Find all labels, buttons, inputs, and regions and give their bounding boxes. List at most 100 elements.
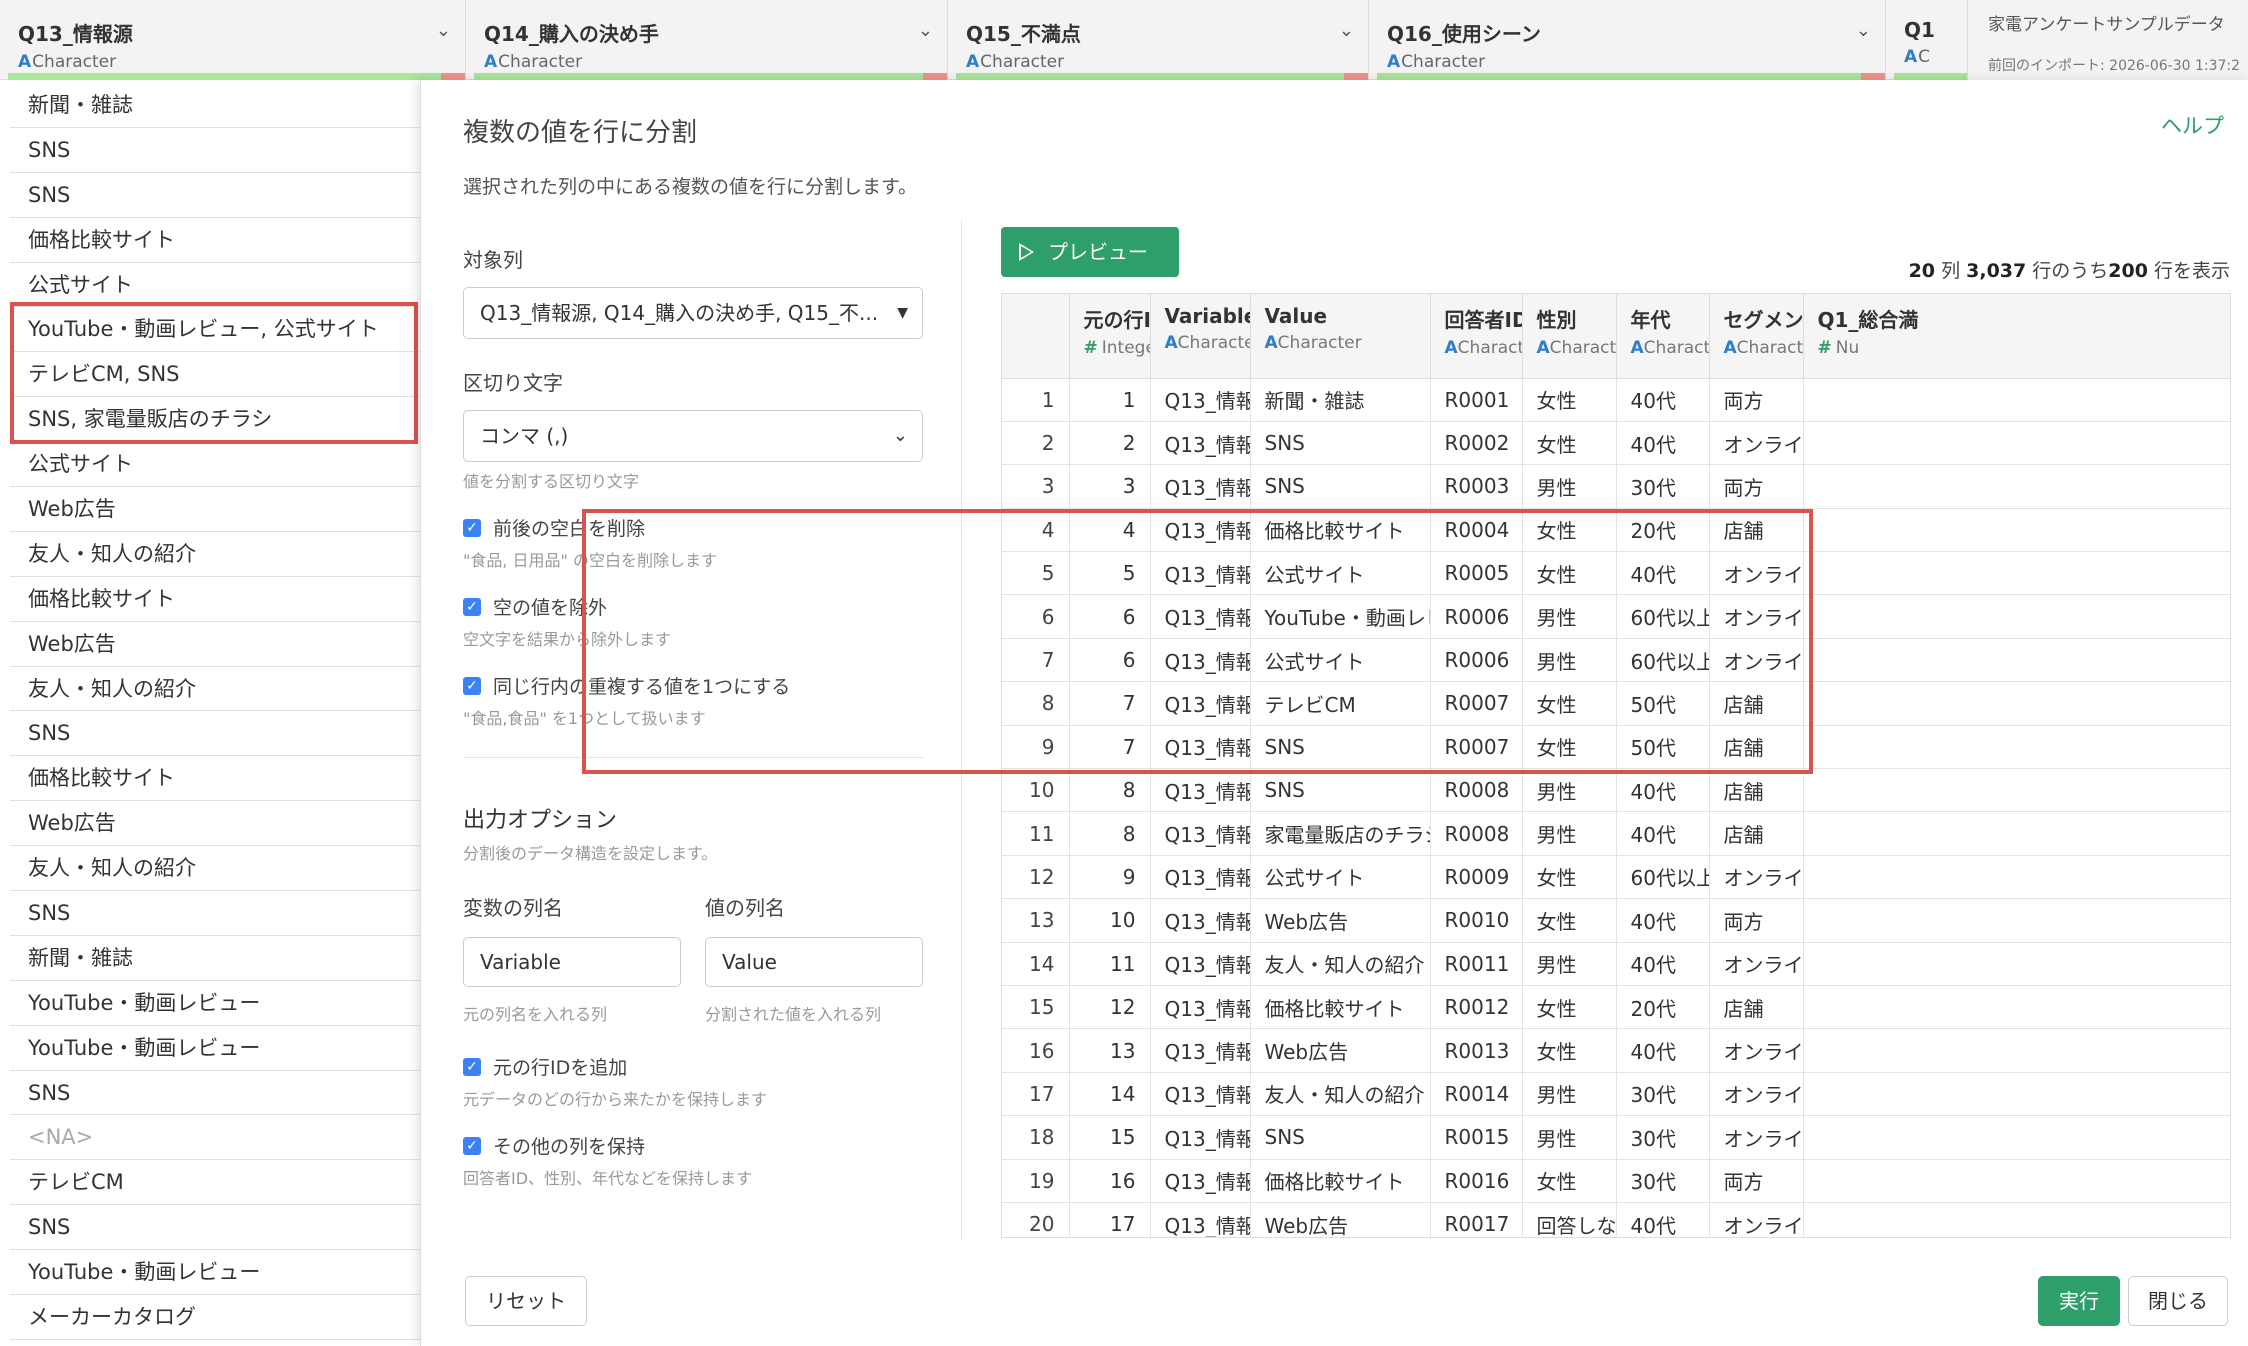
table-cell[interactable]: 回答しない xyxy=(1522,1202,1617,1237)
data-cell[interactable]: Web広告 xyxy=(10,487,420,532)
close-button[interactable]: 閉じる xyxy=(2128,1276,2228,1326)
data-cell[interactable]: メーカーカタログ xyxy=(10,1295,420,1340)
table-cell[interactable]: 40代 xyxy=(1616,1202,1710,1237)
delimiter-select[interactable]: コンマ (,) ⌄ xyxy=(463,410,923,462)
table-cell[interactable]: 9 xyxy=(1069,855,1151,900)
preview-button[interactable]: プレビュー xyxy=(1001,227,1179,277)
table-cell[interactable]: 価格比較サイト xyxy=(1250,985,1431,1030)
table-cell[interactable]: R0003 xyxy=(1430,464,1523,509)
table-cell[interactable]: 店舗 xyxy=(1709,811,1804,856)
table-cell[interactable]: Q13_情報源 xyxy=(1150,1202,1251,1237)
table-cell[interactable] xyxy=(1803,1072,2230,1117)
data-cell[interactable]: 公式サイト xyxy=(10,263,420,308)
table-cell[interactable]: オンライン xyxy=(1709,421,1804,466)
table-cell[interactable]: 女性 xyxy=(1522,1159,1617,1203)
table-cell[interactable]: 女性 xyxy=(1522,421,1617,466)
table-cell[interactable]: 8 xyxy=(1069,811,1151,856)
table-cell[interactable]: 女性 xyxy=(1522,898,1617,943)
table-cell[interactable]: SNS xyxy=(1250,421,1431,466)
table-cell[interactable]: 両方 xyxy=(1709,464,1804,509)
table-cell[interactable]: R0016 xyxy=(1430,1159,1523,1203)
checkbox-checked-icon[interactable]: ✓ xyxy=(463,518,481,537)
table-cell[interactable]: R0012 xyxy=(1430,985,1523,1030)
reset-button[interactable]: リセット xyxy=(465,1276,587,1326)
table-cell[interactable] xyxy=(1803,855,2230,900)
table-cell[interactable]: R0014 xyxy=(1430,1072,1523,1117)
data-cell[interactable]: 友人・知人の紹介 xyxy=(10,667,420,712)
table-cell[interactable]: オンライン xyxy=(1709,1072,1804,1117)
chevron-down-icon[interactable]: ⌄ xyxy=(436,20,451,41)
preview-column-header[interactable]: 性別 ACharacter xyxy=(1522,294,1617,379)
table-cell[interactable]: 17 xyxy=(1069,1202,1151,1237)
table-cell[interactable]: 30代 xyxy=(1616,1072,1710,1117)
table-cell[interactable]: 男性 xyxy=(1522,1115,1617,1160)
table-cell[interactable]: Q13_情報源 xyxy=(1150,464,1251,509)
table-cell[interactable] xyxy=(1803,942,2230,986)
data-cell[interactable]: <NA> xyxy=(10,1115,420,1161)
data-cell[interactable]: SNS xyxy=(10,128,420,173)
table-cell[interactable]: R0002 xyxy=(1430,421,1523,466)
table-cell[interactable]: 公式サイト xyxy=(1250,855,1431,900)
table-cell[interactable]: Q13_情報源 xyxy=(1150,898,1251,943)
table-cell[interactable]: Web広告 xyxy=(1250,898,1431,943)
table-cell[interactable] xyxy=(1803,551,2230,596)
table-cell[interactable]: SNS xyxy=(1250,768,1431,813)
table-cell[interactable]: 16 xyxy=(1069,1159,1151,1203)
table-cell[interactable]: 店舗 xyxy=(1709,768,1804,813)
table-cell[interactable]: 家電量販店のチラシ xyxy=(1250,811,1431,856)
column-header-q15[interactable]: Q15_不満点 ACharacter ⌄ xyxy=(948,0,1368,80)
checkbox-checked-icon[interactable]: ✓ xyxy=(463,1136,481,1155)
table-cell[interactable]: 男性 xyxy=(1522,942,1617,986)
table-cell[interactable] xyxy=(1803,508,2230,553)
table-cell[interactable]: R0013 xyxy=(1430,1028,1523,1073)
table-cell[interactable]: 女性 xyxy=(1522,855,1617,900)
table-cell[interactable]: 友人・知人の紹介 xyxy=(1250,1072,1431,1117)
table-cell[interactable]: 友人・知人の紹介 xyxy=(1250,942,1431,986)
table-cell[interactable] xyxy=(1803,681,2230,726)
option-add-row-id[interactable]: ✓ 元の行IDを追加 xyxy=(463,1053,923,1080)
table-cell[interactable]: 店舗 xyxy=(1709,985,1804,1030)
column-header-q16[interactable]: Q16_使用シーン ACharacter ⌄ xyxy=(1369,0,1885,80)
table-cell[interactable]: オンライン xyxy=(1709,942,1804,986)
preview-column-header[interactable]: 元の行ID #Integer xyxy=(1069,294,1151,379)
table-cell[interactable]: 1 xyxy=(1069,378,1151,422)
column-header-q14[interactable]: Q14_購入の決め手 ACharacter ⌄ xyxy=(466,0,947,80)
preview-column-header[interactable]: Variable ACharacter xyxy=(1150,294,1251,379)
table-cell[interactable]: Q13_情報源 xyxy=(1150,1028,1251,1073)
table-cell[interactable]: 30代 xyxy=(1616,464,1710,509)
table-cell[interactable]: Q13_情報源 xyxy=(1150,942,1251,986)
table-cell[interactable]: R0015 xyxy=(1430,1115,1523,1160)
chevron-down-icon[interactable]: ⌄ xyxy=(1339,20,1354,41)
table-cell[interactable]: 男性 xyxy=(1522,768,1617,813)
table-cell[interactable] xyxy=(1803,1115,2230,1160)
table-cell[interactable] xyxy=(1803,768,2230,813)
table-cell[interactable]: Web広告 xyxy=(1250,1202,1431,1237)
table-cell[interactable]: オンライン xyxy=(1709,855,1804,900)
table-cell[interactable] xyxy=(1803,421,2230,466)
data-cell[interactable]: SNS xyxy=(10,891,420,936)
table-cell[interactable]: 14 xyxy=(1069,1072,1151,1117)
table-cell[interactable]: オンライン xyxy=(1709,1202,1804,1237)
table-cell[interactable]: 30代 xyxy=(1616,1115,1710,1160)
table-cell[interactable]: 40代 xyxy=(1616,1028,1710,1073)
target-columns-select[interactable]: Q13_情報源, Q14_購入の決め手, Q15_不... ▼ xyxy=(463,287,923,339)
help-link[interactable]: ヘルプ xyxy=(2161,110,2224,140)
variable-column-input[interactable]: Variable xyxy=(463,937,681,987)
table-cell[interactable]: R0010 xyxy=(1430,898,1523,943)
table-cell[interactable]: 両方 xyxy=(1709,378,1804,422)
table-cell[interactable]: 13 xyxy=(1069,1028,1151,1073)
table-cell[interactable]: 3 xyxy=(1069,464,1151,509)
table-cell[interactable]: 男性 xyxy=(1522,464,1617,509)
table-cell[interactable]: 8 xyxy=(1069,768,1151,813)
checkbox-checked-icon[interactable]: ✓ xyxy=(463,1057,481,1076)
table-cell[interactable] xyxy=(1803,1202,2230,1237)
table-cell[interactable]: SNS xyxy=(1250,1115,1431,1160)
data-cell[interactable]: 友人・知人の紹介 xyxy=(10,532,420,577)
preview-column-header[interactable]: 年代 ACharacter xyxy=(1616,294,1710,379)
table-cell[interactable]: 2 xyxy=(1069,421,1151,466)
table-cell[interactable]: R0008 xyxy=(1430,768,1523,813)
value-column-input[interactable]: Value xyxy=(705,937,923,987)
table-cell[interactable]: 両方 xyxy=(1709,898,1804,943)
table-cell[interactable] xyxy=(1803,464,2230,509)
table-cell[interactable] xyxy=(1803,638,2230,683)
